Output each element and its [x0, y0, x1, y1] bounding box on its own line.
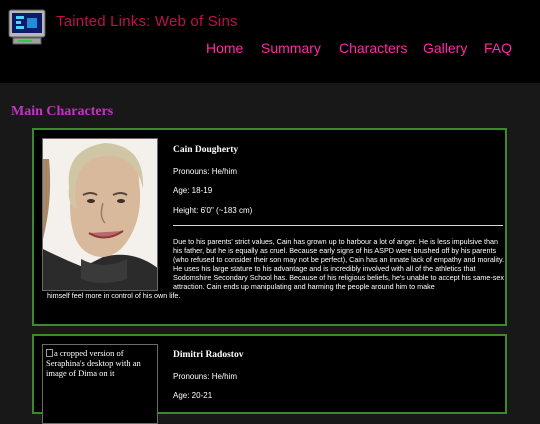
nav-summary[interactable]: Summary — [261, 40, 321, 56]
character-portrait-broken: a cropped version of Seraphina's desktop… — [42, 344, 158, 424]
character-card: Cain Dougherty Pronouns: He/him Age: 18-… — [32, 128, 507, 326]
nav-home[interactable]: Home — [206, 40, 243, 56]
character-pronouns: Pronouns: He/him — [173, 372, 238, 381]
divider — [173, 225, 503, 226]
site-header: Tainted Links: Web of Sins Home Summary … — [0, 0, 540, 83]
character-age: Age: 20-21 — [173, 391, 213, 400]
character-name: Dimitri Radostov — [173, 350, 244, 360]
character-pronouns: Pronouns: He/him — [173, 167, 238, 176]
main-nav: Home Summary Characters Gallery FAQ — [0, 40, 540, 60]
character-height: Height: 6'0" (~183 cm) — [173, 206, 253, 215]
nav-gallery[interactable]: Gallery — [423, 40, 467, 56]
broken-image-icon — [46, 349, 53, 357]
character-portrait — [42, 138, 158, 291]
section-title: Main Characters — [11, 104, 114, 119]
character-name: Cain Dougherty — [173, 145, 239, 155]
character-bio: Due to his parents' strict values, Cain … — [173, 237, 505, 291]
character-card: a cropped version of Seraphina's desktop… — [32, 334, 507, 424]
site-title[interactable]: Tainted Links: Web of Sins — [56, 13, 238, 30]
image-alt-label: a cropped version of Seraphina's desktop… — [46, 348, 141, 378]
character-age: Age: 18-19 — [173, 186, 213, 195]
character-bio-tail: himself feel more in control of his own … — [47, 291, 181, 300]
image-alt-text: a cropped version of Seraphina's desktop… — [46, 348, 154, 378]
nav-faq[interactable]: FAQ — [484, 40, 512, 56]
nav-characters[interactable]: Characters — [339, 40, 407, 56]
